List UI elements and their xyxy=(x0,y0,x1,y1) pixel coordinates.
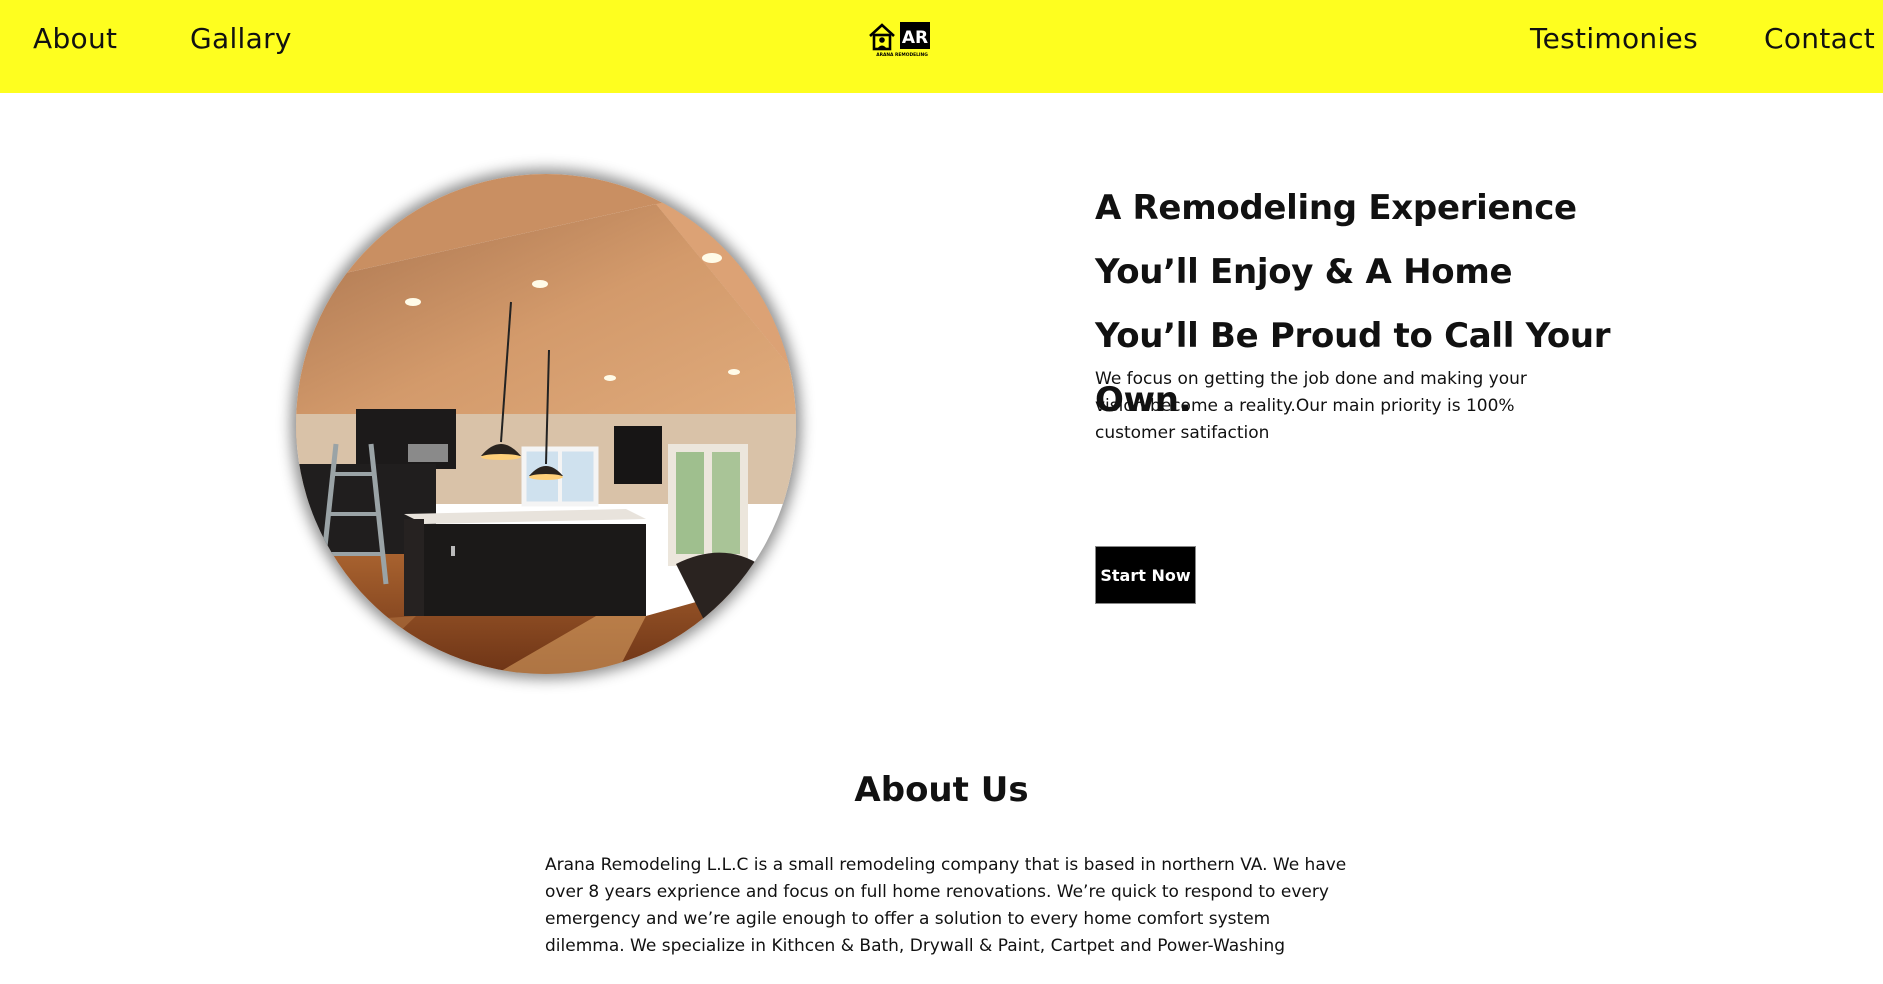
kitchen-photo xyxy=(296,174,796,674)
nav-link-gallery[interactable]: Gallary xyxy=(190,22,292,55)
start-now-button[interactable]: Start Now xyxy=(1095,546,1196,604)
about-us-heading: About Us xyxy=(854,770,1029,810)
logo-initials: AR xyxy=(902,28,928,48)
hero-kitchen-image xyxy=(296,174,796,674)
top-navbar: About Gallary AR ARANA REMODELING Testim… xyxy=(0,0,1883,93)
logo[interactable]: AR ARANA REMODELING xyxy=(868,20,936,58)
logo-caption: ARANA REMODELING xyxy=(876,52,928,58)
nav-link-testimonies[interactable]: Testimonies xyxy=(1530,22,1698,55)
house-logo-icon: AR ARANA REMODELING xyxy=(869,22,930,58)
hero-tagline: We focus on getting the job done and mak… xyxy=(1095,369,1527,443)
nav-link-about[interactable]: About xyxy=(33,22,117,55)
nav-link-contact[interactable]: Contact xyxy=(1764,22,1875,55)
about-us-text: Arana Remodeling L.L.C is a small remode… xyxy=(545,855,1347,956)
